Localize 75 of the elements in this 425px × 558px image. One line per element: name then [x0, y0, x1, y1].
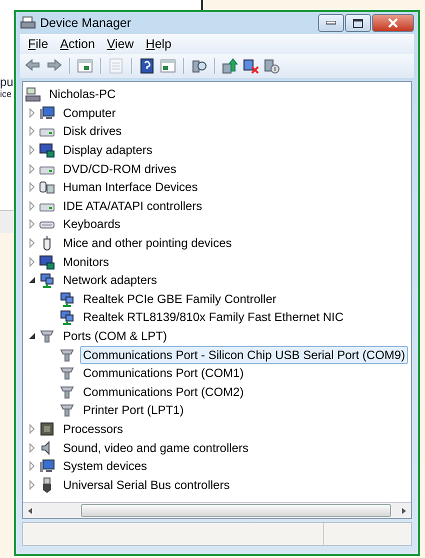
tree-item[interactable]: Sound, video and game controllers: [60, 438, 252, 457]
minimize-icon: [326, 21, 336, 25]
window-title: Device Manager: [40, 16, 132, 30]
tree-item[interactable]: Display adapters: [60, 141, 156, 160]
tree-item[interactable]: Monitors: [60, 252, 112, 271]
tree-item[interactable]: IDE ATA/ATAPI controllers: [60, 196, 206, 215]
expand-arrow-icon[interactable]: [27, 424, 37, 434]
chip-icon: [39, 420, 55, 437]
expand-arrow-icon[interactable]: [27, 461, 37, 472]
pane-icon[interactable]: [159, 57, 177, 75]
expand-arrow-icon[interactable]: [27, 182, 37, 192]
tree-item[interactable]: DVD/CD-ROM drives: [60, 160, 180, 178]
computer-icon: [39, 104, 55, 121]
collapse-arrow-icon[interactable]: [27, 331, 37, 342]
expand-arrow-icon[interactable]: [27, 126, 37, 136]
tree-item[interactable]: Network adapters: [60, 271, 160, 290]
close-button[interactable]: [372, 14, 414, 32]
port-icon: [59, 384, 75, 400]
tree-item[interactable]: Printer Port (LPT1): [80, 401, 187, 420]
menu-item[interactable]: File: [22, 37, 54, 51]
horizontal-scrollbar[interactable]: [23, 502, 411, 518]
update-icon[interactable]: [221, 57, 239, 75]
tree-item[interactable]: Communications Port - Silicon Chip USB Serial Port (COM9): [80, 346, 408, 364]
tree-item[interactable]: Communications Port (COM1): [80, 364, 247, 382]
scroll-right-icon[interactable]: [402, 508, 406, 514]
network-icon: [59, 309, 75, 326]
expand-arrow-icon[interactable]: [27, 442, 37, 453]
computer-icon: [25, 86, 41, 102]
uninstall-icon[interactable]: [242, 57, 260, 75]
tree-item[interactable]: Universal Serial Bus controllers: [60, 476, 233, 494]
tree-icon[interactable]: [76, 57, 94, 75]
scroll-left-icon[interactable]: [28, 508, 32, 514]
maximize-icon: [353, 18, 363, 28]
monitor-icon: [39, 142, 55, 158]
tree-item[interactable]: Nicholas-PC: [46, 85, 119, 104]
close-icon: [388, 18, 398, 28]
tree-item[interactable]: Realtek RTL8139/810x Family Fast Ethernet NIC: [80, 308, 347, 326]
network-icon: [59, 290, 75, 307]
port-icon: [59, 402, 75, 418]
menu-item[interactable]: Action: [54, 37, 101, 51]
tree-item[interactable]: Communications Port (COM2): [80, 382, 247, 401]
tree-item[interactable]: Mice and other pointing devices: [60, 234, 235, 252]
tree-item[interactable]: Keyboards: [60, 215, 124, 234]
network-icon: [39, 272, 55, 288]
tree-item[interactable]: Human Interface Devices: [60, 178, 201, 196]
disable-icon[interactable]: [263, 57, 281, 75]
port-icon: [39, 328, 55, 344]
tree-item[interactable]: Computer: [60, 104, 119, 122]
expand-arrow-icon[interactable]: [27, 108, 37, 118]
tree-item[interactable]: Ports (COM & LPT): [60, 327, 170, 346]
device-icon: [39, 179, 55, 196]
expand-arrow-icon[interactable]: [27, 164, 37, 174]
tree-item[interactable]: Realtek PCIe GBE Family Controller: [80, 290, 280, 308]
menu-item[interactable]: Help: [140, 37, 178, 51]
expand-arrow-icon[interactable]: [27, 238, 37, 248]
window-text: ice: [0, 89, 12, 99]
computer-icon: [39, 458, 55, 474]
tree-item[interactable]: Disk drives: [60, 122, 125, 140]
expand-arrow-icon[interactable]: [27, 219, 37, 230]
port-icon: [59, 365, 75, 382]
window-text: pu: [0, 75, 14, 89]
maximize-button[interactable]: [345, 14, 371, 32]
menu-item[interactable]: View: [100, 37, 140, 51]
tree-item[interactable]: System devices: [60, 457, 150, 476]
monitor-icon: [39, 254, 55, 270]
expand-arrow-icon[interactable]: [27, 256, 37, 267]
minimize-button[interactable]: [318, 14, 344, 32]
port-icon: [59, 346, 75, 363]
expand-arrow-icon[interactable]: [27, 145, 37, 156]
printer-icon: [20, 16, 36, 30]
collapse-arrow-icon[interactable]: [27, 275, 37, 286]
tree-item[interactable]: Processors: [60, 420, 126, 438]
expand-arrow-icon[interactable]: [27, 200, 37, 211]
expand-arrow-icon[interactable]: [27, 480, 37, 490]
help-icon[interactable]: [138, 57, 156, 75]
